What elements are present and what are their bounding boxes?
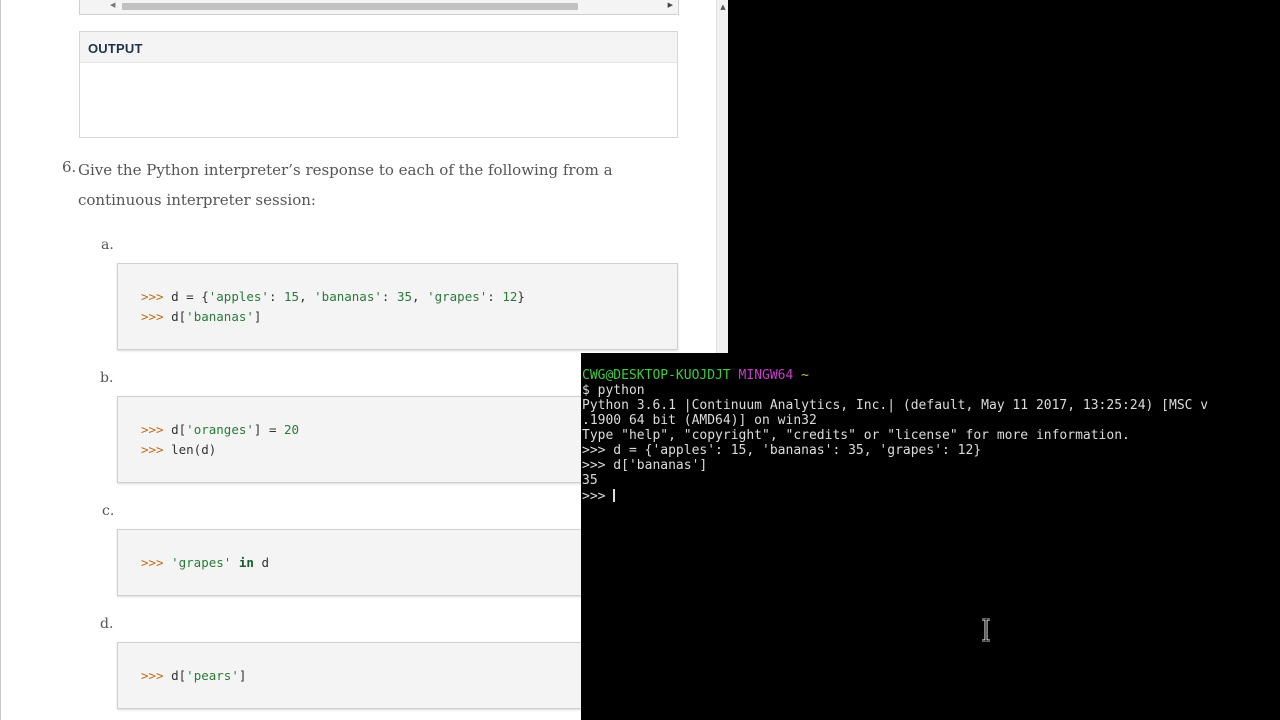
output-label: OUTPUT (88, 41, 143, 56)
question-text: Give the Python interpreter’s response t… (78, 161, 613, 209)
repl-prompt: >>> (141, 442, 164, 457)
output-panel: OUTPUT (79, 31, 678, 138)
terminal-line: $ python (582, 383, 645, 398)
repl-prompt: >>> (141, 289, 164, 304)
repl-prompt: >>> (141, 668, 164, 683)
code-line: >>> 'grapes' in d (141, 555, 269, 570)
scroll-up-arrow-icon[interactable]: ▲ (717, 2, 728, 12)
scroll-right-arrow-icon[interactable]: ▶ (668, 1, 673, 9)
code-line: >>> d['bananas'] (141, 309, 261, 324)
repl-prompt: >>> (141, 309, 164, 324)
code-text: 'grapes' in d (171, 555, 269, 570)
code-line: >>> d = {'apples': 15, 'bananas': 35, 'g… (141, 289, 525, 304)
repl-prompt: >>> (141, 555, 164, 570)
terminal-line: >>> d['bananas'] (582, 458, 708, 473)
part-label-b: b. (100, 370, 114, 386)
output-panel-header: OUTPUT (80, 32, 677, 63)
ibeam-cursor-icon (982, 618, 990, 642)
code-text: d['oranges'] = 20 (171, 422, 300, 437)
terminal-line: Type "help", "copyright", "credits" or "… (582, 428, 1130, 443)
terminal-line: .1900 64 bit (AMD64)] on win32 (582, 413, 817, 428)
part-label-a: a. (101, 237, 114, 253)
part-label-c: c. (102, 503, 115, 519)
terminal-window[interactable]: CWG@DESKTOP-KUOJDJT MINGW64 ~ $ python P… (581, 353, 1280, 720)
terminal-user-host: CWG@DESKTOP-KUOJDJT (582, 368, 731, 383)
code-text: d = {'apples': 15, 'bananas': 35, 'grape… (171, 289, 525, 304)
code-text: len(d) (171, 442, 217, 457)
part-label-d: d. (100, 616, 114, 632)
code-line: >>> len(d) (141, 442, 216, 457)
terminal-input-line[interactable]: >>> (582, 489, 616, 504)
terminal-shell-name: MINGW64 (738, 368, 794, 383)
code-text: d['bananas'] (171, 309, 262, 324)
code-block-a: >>> d = {'apples': 15, 'bananas': 35, 'g… (117, 263, 678, 350)
terminal-cwd: ~ (801, 368, 809, 383)
terminal-title-line: CWG@DESKTOP-KUOJDJT MINGW64 ~ (582, 368, 809, 383)
question-number: 6. (62, 158, 77, 176)
terminal-line: >>> d = {'apples': 15, 'bananas': 35, 'g… (582, 443, 982, 458)
scroll-left-arrow-icon[interactable]: ◀ (110, 1, 115, 9)
terminal-line: Python 3.6.1 |Continuum Analytics, Inc.|… (582, 398, 1209, 413)
code-line: >>> d['oranges'] = 20 (141, 422, 299, 437)
horizontal-scrollbar[interactable]: ◀ ▶ (80, 0, 678, 13)
previous-code-block: ◀ ▶ (79, 0, 679, 15)
text-cursor (613, 489, 616, 502)
code-line: >>> d['pears'] (141, 668, 246, 683)
terminal-line: 35 (582, 473, 598, 488)
terminal-prompt: >>> (582, 489, 614, 504)
code-text: d['pears'] (171, 668, 247, 683)
horizontal-scrollbar-thumb[interactable] (122, 3, 578, 10)
repl-prompt: >>> (141, 422, 164, 437)
